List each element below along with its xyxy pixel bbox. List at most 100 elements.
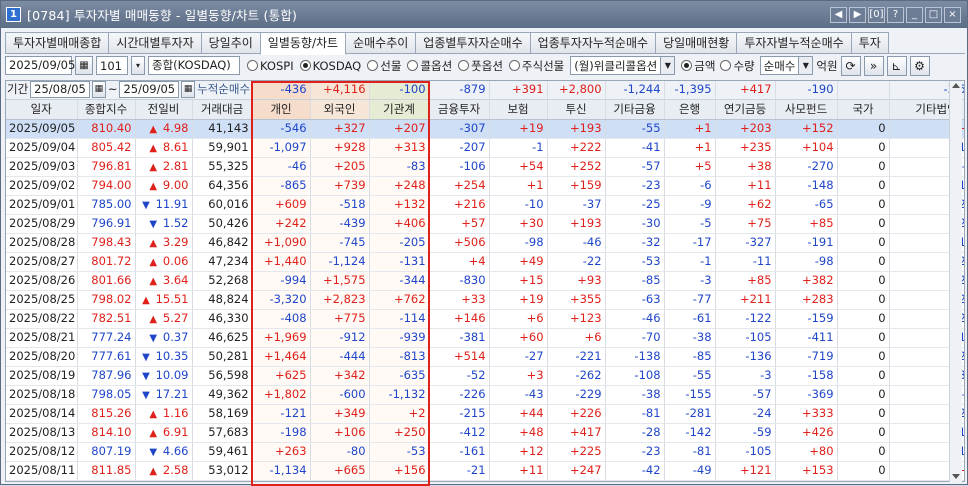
column-header[interactable]: 금융투자 xyxy=(429,99,490,120)
column-header[interactable]: 종합지수 xyxy=(77,99,136,120)
window-control-button[interactable]: × xyxy=(944,6,961,23)
table-row[interactable]: 2025/09/01 785.00 ▼ 11.91 60,016 +609 -518 +13… xyxy=(6,195,964,215)
value-cell: -52 xyxy=(429,366,490,386)
option-select[interactable]: (월)위클리콜옵션 ▼ xyxy=(570,56,676,75)
radio-circle-icon xyxy=(508,60,520,71)
window-control-button[interactable]: ◀ xyxy=(830,6,847,23)
change-value: 1.16 xyxy=(159,405,189,420)
column-header[interactable]: 연기금등 xyxy=(715,99,776,120)
value-cell: -226 xyxy=(429,385,490,405)
window-control-button[interactable]: ▶ xyxy=(849,6,866,23)
code-select[interactable]: 101 xyxy=(96,56,128,75)
table-row[interactable]: 2025/08/27 801.72 ▲ 0.06 47,234 +1,440 -1,124… xyxy=(6,252,964,272)
gear-icon[interactable]: ⚙ xyxy=(909,55,930,76)
table-row[interactable]: 2025/09/02 794.00 ▲ 9.00 64,356 -865 +739 +248… xyxy=(6,176,964,196)
fast-forward-icon[interactable]: » xyxy=(863,55,884,76)
table-row[interactable]: 2025/08/21 777.24 ▼ 0.37 46,625 +1,969 -912 -9… xyxy=(6,328,964,348)
scroll-up-icon[interactable] xyxy=(952,83,960,88)
column-header[interactable]: 투신 xyxy=(547,99,606,120)
vertical-scrollbar[interactable] xyxy=(949,81,962,482)
unit-radio-group: 금액 수량 xyxy=(681,58,755,74)
column-header[interactable]: 외국인 xyxy=(310,99,370,120)
column-header[interactable]: 국가 xyxy=(837,99,890,120)
table-row[interactable]: 2025/08/29 796.91 ▼ 1.52 50,426 +242 -439 +406… xyxy=(6,214,964,234)
value-cell: +121 xyxy=(715,461,776,481)
table-row[interactable]: 2025/08/20 777.61 ▼ 10.35 50,281 +1,464 -444-… xyxy=(6,347,964,367)
window-control-button[interactable]: □ xyxy=(925,6,942,23)
column-header[interactable]: 기타금융 xyxy=(605,99,665,120)
value-cell: -41 xyxy=(605,138,665,158)
table-row[interactable]: 2025/08/13 814.10 ▲ 6.91 57,683 -198 +106 +250… xyxy=(6,423,964,443)
code-dropdown-icon[interactable]: ▾ xyxy=(131,56,145,75)
toolbar: 2025/09/05 ▦ 101 ▾ 종합(KOSDAQ) KOSPI KOSDA… xyxy=(5,55,965,76)
table-row[interactable]: 2025/09/03 796.81 ▲ 2.81 55,325 -46 +205 -83 -1… xyxy=(6,157,964,177)
change-cell: ▼ 1.52 xyxy=(135,214,193,234)
refresh-icon[interactable]: ⟳ xyxy=(840,55,861,76)
table-row[interactable]: 2025/08/18 798.05 ▼ 17.21 49,362 +1,802 -600-… xyxy=(6,385,964,405)
tab-item[interactable]: 당일추이 xyxy=(200,32,261,54)
value-cell: -159 xyxy=(775,309,838,329)
market-radio[interactable]: 선물 xyxy=(367,58,401,74)
value-cell: -3 xyxy=(664,271,716,291)
window-control-button[interactable]: [0] xyxy=(868,6,885,23)
tab-item[interactable]: 일별동향/차트 xyxy=(259,32,347,55)
value-cell: -381 xyxy=(429,328,490,348)
tab-item[interactable]: 시간대별투자자 xyxy=(108,32,202,54)
tab-item[interactable]: 당일매매현황 xyxy=(655,32,738,54)
unit-radio[interactable]: 금액 xyxy=(681,58,715,74)
date-input[interactable]: 2025/09/05 xyxy=(5,56,75,75)
table-row[interactable]: 2025/08/25 798.02 ▲ 15.51 48,824 -3,320 +2,82… xyxy=(6,290,964,310)
period-from-input[interactable]: 25/08/05 xyxy=(30,81,90,98)
column-header[interactable]: 사모펀드 xyxy=(775,99,838,120)
calendar-icon[interactable]: ▦ xyxy=(91,81,106,98)
market-radio[interactable]: KOSPI xyxy=(247,58,294,74)
calendar-icon[interactable]: ▦ xyxy=(181,81,196,98)
market-radio[interactable]: 콜옵션 xyxy=(407,58,452,74)
value-cell: +85 xyxy=(775,214,838,234)
value-cell: -57 xyxy=(715,385,776,405)
tab-item[interactable]: 업종별투자자순매수 xyxy=(415,32,531,54)
value-cell: +60 xyxy=(489,328,548,348)
market-radio[interactable]: KOSDAQ xyxy=(299,58,361,74)
tab-item[interactable]: 투자자별매매종합 xyxy=(5,32,110,54)
date-cell: 2025/09/05 xyxy=(6,119,78,139)
scroll-down-icon[interactable] xyxy=(952,474,960,479)
table-row[interactable]: 2025/08/19 787.96 ▼ 10.09 56,598 +625 +342 -63… xyxy=(6,366,964,386)
table-row[interactable]: 2025/08/26 801.66 ▲ 3.64 52,268 -994 +1,575 -3… xyxy=(6,271,964,291)
column-header[interactable]: 거래대금 xyxy=(192,99,253,120)
column-header[interactable]: 전일비 xyxy=(135,99,193,120)
table-row[interactable]: 2025/08/12 807.19 ▼ 4.66 59,461 +263 -80 -53 -1… xyxy=(6,442,964,462)
value-cell: +1 xyxy=(664,138,716,158)
table-row[interactable]: 2025/08/08809.27▲ 3.4651,647-905+527+682… xyxy=(6,480,964,481)
column-header[interactable]: 기관계 xyxy=(369,99,430,120)
tab-item[interactable]: 투자자별누적순매수 xyxy=(736,32,852,54)
column-header[interactable]: 개인 xyxy=(252,99,311,120)
value-cell: -17 xyxy=(664,233,716,253)
table-row[interactable]: 2025/08/14 815.26 ▲ 1.16 58,169 -121 +349 +2 -2… xyxy=(6,404,964,424)
table-row[interactable]: 2025/08/28 798.43 ▲ 3.29 46,842 +1,090 -745 -2… xyxy=(6,233,964,253)
column-header[interactable]: 보험 xyxy=(489,99,548,120)
table-row[interactable]: 2025/08/11 811.85 ▲ 2.58 53,012 -1,134 +665 +1… xyxy=(6,461,964,481)
calendar-icon[interactable]: ▦ xyxy=(75,56,93,75)
window-control-button[interactable]: _ xyxy=(906,6,923,23)
mode-select[interactable]: 순매수 ▼ xyxy=(759,56,814,75)
value-cell: -138 xyxy=(605,347,665,367)
table-row[interactable]: 2025/09/04 805.42 ▲ 8.61 59,901 -1,097 +928 +3… xyxy=(6,138,964,158)
value-cell: 0 xyxy=(837,195,890,215)
table-row[interactable]: 2025/09/05 810.40 ▲ 4.98 41,143 -546 +327 +207… xyxy=(6,119,964,139)
column-header[interactable]: 일자 xyxy=(6,99,78,120)
tab-item[interactable]: 순매수추이 xyxy=(345,32,417,54)
index-cell: 777.24 xyxy=(77,328,136,348)
value-cell: -10 xyxy=(489,195,548,215)
tab-item[interactable]: 투자 xyxy=(850,32,889,54)
market-radio[interactable]: 풋옵션 xyxy=(458,58,503,74)
table-row[interactable]: 2025/08/22 782.51 ▲ 5.27 46,330 -408 +775 -114… xyxy=(6,309,964,329)
index-cell: 798.02 xyxy=(77,290,136,310)
unit-radio[interactable]: 수량 xyxy=(720,58,755,74)
chart-icon[interactable]: ⊾ xyxy=(886,55,907,76)
tab-item[interactable]: 업종투자자누적순매수 xyxy=(529,32,657,54)
column-header[interactable]: 은행 xyxy=(664,99,716,120)
period-to-input[interactable]: 25/09/05 xyxy=(119,81,180,98)
market-radio[interactable]: 주식선물 xyxy=(508,58,564,74)
window-control-button[interactable]: ? xyxy=(887,6,904,23)
